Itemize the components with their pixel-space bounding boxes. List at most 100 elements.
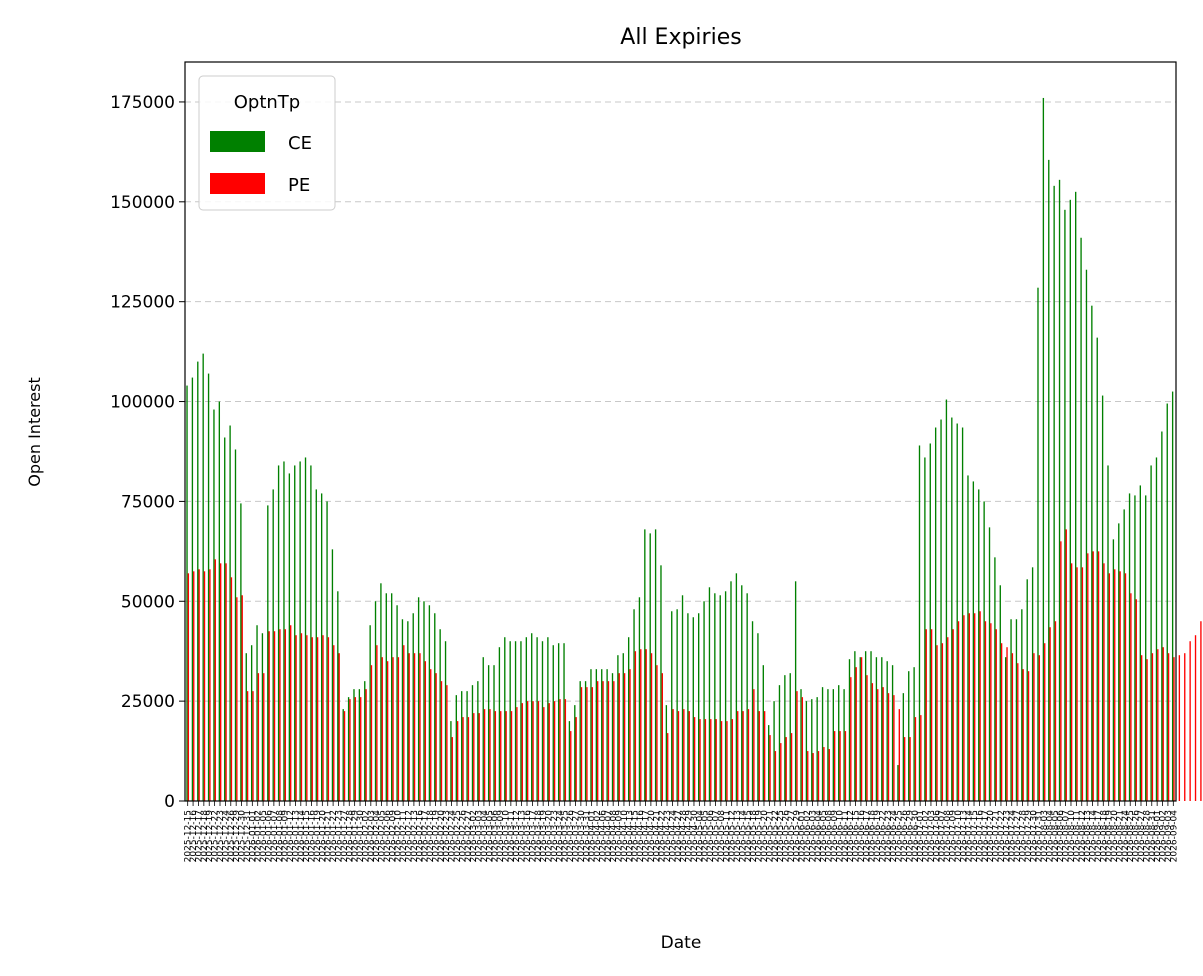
bar-pe <box>440 681 443 801</box>
legend: OptnTp CE PE <box>198 75 336 211</box>
bar-pe <box>828 749 830 801</box>
bar-ce <box>477 681 479 801</box>
bar-ce <box>886 661 888 801</box>
legend-label-ce: CE <box>288 133 312 154</box>
bar-ce <box>229 425 231 801</box>
bar-ce <box>358 689 361 801</box>
bar-pe <box>1097 551 1100 801</box>
bar-pe <box>1070 563 1073 801</box>
bar-pe <box>882 687 884 801</box>
bar-pe <box>537 701 540 801</box>
bar-ce <box>218 401 221 801</box>
bar-pe <box>839 731 841 801</box>
bar-ce <box>972 481 975 801</box>
bar-ce <box>568 721 571 801</box>
bar-pe <box>193 571 195 801</box>
bar-pe <box>241 595 243 801</box>
bar-ce <box>622 653 624 801</box>
bar-pe <box>564 699 567 801</box>
bar-ce <box>902 693 905 801</box>
bar-pe <box>1103 563 1105 801</box>
bar-ce <box>908 671 910 801</box>
bar-pe <box>737 711 739 801</box>
bar-pe <box>844 731 847 801</box>
bar-ce <box>940 419 942 801</box>
y-tick-label: 100000 <box>110 393 175 413</box>
bar-pe <box>1027 671 1030 801</box>
bar-pe <box>446 685 448 801</box>
bar-pe <box>769 735 771 801</box>
bar-pe <box>812 753 814 801</box>
bar-pe <box>785 737 787 801</box>
bar-pe <box>413 653 416 801</box>
bar-pe <box>817 751 820 801</box>
bar-pe <box>252 691 254 801</box>
bar-pe <box>823 747 825 801</box>
bar-pe <box>295 635 297 801</box>
bar-pe <box>607 681 610 801</box>
bar-pe <box>726 721 728 801</box>
bar-pe <box>543 707 545 801</box>
bar-ce <box>1171 391 1174 801</box>
bar-pe <box>807 751 809 801</box>
bar-pe <box>887 693 890 801</box>
bar-ce <box>1021 609 1023 801</box>
y-tick-label: 0 <box>164 792 175 812</box>
bar-pe <box>198 569 200 801</box>
bar-pe <box>494 711 497 801</box>
bar-pe <box>731 719 734 801</box>
bar-pe <box>209 569 211 801</box>
bar-ce <box>805 701 808 801</box>
bar-ce <box>676 609 678 801</box>
bar-pe <box>419 653 421 801</box>
bar-pe <box>462 717 464 801</box>
bar-ce <box>751 621 754 801</box>
y-tick-label: 75000 <box>121 492 175 512</box>
bar-ce <box>337 591 339 801</box>
bar-pe <box>796 691 798 801</box>
bar-ce <box>1058 179 1061 802</box>
bar-pe <box>1000 643 1003 801</box>
bar-ce <box>924 457 926 801</box>
bar-ce <box>541 641 544 801</box>
bar-ce <box>913 667 915 801</box>
bar-pe <box>1033 653 1035 801</box>
bar-pe <box>1130 593 1132 801</box>
bar-ce <box>385 593 387 801</box>
x-axis-ticks: 2025-12-152025-12-162025-12-172025-12-18… <box>184 801 1179 862</box>
bar-pe <box>941 643 944 801</box>
bar-pe <box>1119 571 1121 801</box>
bar-pe <box>521 703 523 801</box>
bar-pe <box>236 597 238 801</box>
bar-ce <box>304 457 307 801</box>
bar-ce <box>951 417 953 801</box>
bar-pe <box>1044 643 1046 801</box>
bar-ce <box>665 705 668 801</box>
bar-ce <box>401 619 404 801</box>
bar-ce <box>730 581 732 801</box>
bar-pe <box>1092 551 1094 801</box>
bar-ce <box>1037 287 1039 801</box>
bar-pe <box>914 717 917 801</box>
bar-pe <box>640 649 642 801</box>
bar-ce <box>859 657 861 801</box>
bar-pe <box>220 563 222 801</box>
bar-ce <box>1064 209 1066 802</box>
bar-ce <box>654 529 657 801</box>
bar-ce <box>493 665 495 801</box>
bar-pe <box>871 683 874 801</box>
bar-pe <box>693 717 696 801</box>
bar-ce <box>875 657 878 801</box>
bar-ce <box>590 669 592 801</box>
bar-ce <box>1112 539 1115 801</box>
bar-ce <box>1139 485 1141 801</box>
bar-pe <box>699 719 701 801</box>
bar-ce <box>773 701 775 801</box>
bar-pe <box>618 673 620 801</box>
bar-pe <box>532 701 534 801</box>
bar-pe <box>720 721 723 801</box>
bar-ce <box>1042 97 1045 801</box>
bar-pe <box>1108 573 1111 801</box>
bar-ce <box>240 503 242 801</box>
bar-pe <box>747 709 750 801</box>
